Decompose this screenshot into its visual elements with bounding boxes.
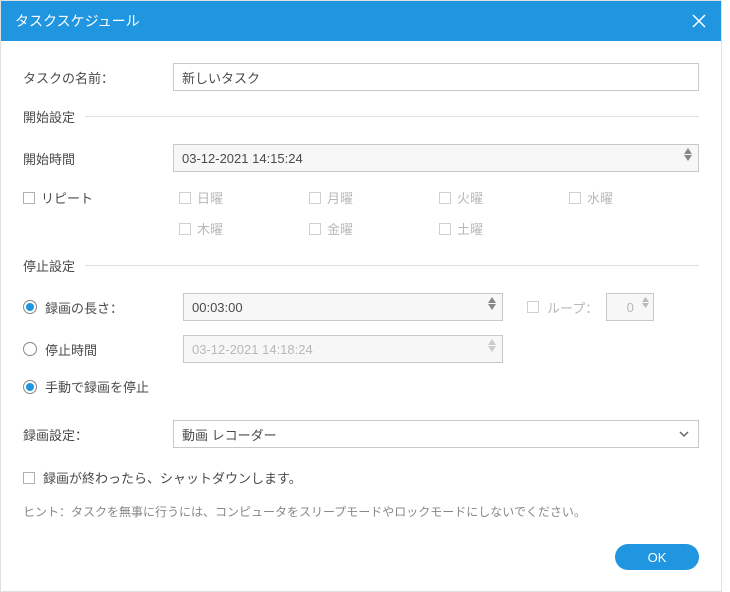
day-label: 火曜 <box>457 188 483 207</box>
record-setting-row: 録画設定： 動画 レコーダー <box>23 420 699 448</box>
day-label: 木曜 <box>197 219 223 238</box>
day-sun[interactable]: 日曜 <box>179 188 309 207</box>
record-setting-value: 動画 レコーダー <box>182 425 277 444</box>
loop-value: 0 <box>627 300 634 315</box>
divider <box>85 116 699 117</box>
spinner-icon <box>684 148 692 161</box>
dialog-title: タスクスケジュール <box>15 11 140 31</box>
radio-icon <box>23 380 37 394</box>
divider <box>85 265 699 266</box>
stop-time-radio-cell[interactable]: 停止時間 <box>23 340 183 359</box>
checkbox-icon <box>309 192 321 204</box>
manual-stop-label: 手動で録画を停止 <box>45 377 149 396</box>
chevron-down-icon <box>678 428 690 443</box>
checkbox-icon <box>569 192 581 204</box>
day-label: 土曜 <box>457 219 483 238</box>
radio-icon <box>23 342 37 356</box>
manual-stop-row: 手動で録画を停止 <box>23 377 699 396</box>
spinner-icon <box>488 339 496 352</box>
ok-button[interactable]: OK <box>615 544 699 570</box>
shutdown-row[interactable]: 録画が終わったら、シャットダウンします。 <box>23 468 699 487</box>
dialog-content: タスクの名前： 開始設定 開始時間 03-12-2021 14:15:24 リピ… <box>1 41 721 530</box>
spinner-icon <box>488 297 496 310</box>
day-label: 水曜 <box>587 188 613 207</box>
day-label: 月曜 <box>327 188 353 207</box>
record-setting-label: 録画設定： <box>23 425 173 444</box>
checkbox-icon <box>439 192 451 204</box>
checkbox-icon <box>439 223 451 235</box>
length-row: 録画の長さ： 00:03:00 ループ： 0 <box>23 293 699 321</box>
start-section-header: 開始設定 <box>23 107 699 126</box>
repeat-row: リピート 日曜 月曜 火曜 水曜 木曜 金曜 土曜 <box>23 188 699 238</box>
loop-input[interactable]: 0 <box>606 293 654 321</box>
manual-stop-radio-cell[interactable]: 手動で録画を停止 <box>23 377 149 396</box>
length-radio-cell[interactable]: 録画の長さ： <box>23 298 183 317</box>
day-mon[interactable]: 月曜 <box>309 188 439 207</box>
start-time-input[interactable]: 03-12-2021 14:15:24 <box>173 144 699 172</box>
record-setting-select[interactable]: 動画 レコーダー <box>173 420 699 448</box>
task-schedule-dialog: タスクスケジュール タスクの名前： 開始設定 開始時間 03-12-2021 1… <box>0 0 722 592</box>
checkbox-icon <box>179 192 191 204</box>
checkbox-icon <box>179 223 191 235</box>
stop-section-header: 停止設定 <box>23 256 699 275</box>
hint-text: ヒント：タスクを無事に行うには、コンピュータをスリープモードやロックモードにしな… <box>23 503 699 520</box>
radio-icon <box>23 300 37 314</box>
shutdown-label: 録画が終わったら、シャットダウンします。 <box>43 468 302 487</box>
start-section-title: 開始設定 <box>23 107 75 126</box>
spinner-icon <box>642 297 649 308</box>
day-tue[interactable]: 火曜 <box>439 188 569 207</box>
day-label: 金曜 <box>327 219 353 238</box>
stop-section-title: 停止設定 <box>23 256 75 275</box>
length-label: 録画の長さ： <box>45 298 123 317</box>
close-button[interactable] <box>691 13 707 29</box>
close-icon <box>691 13 707 29</box>
titlebar: タスクスケジュール <box>1 1 721 41</box>
day-label: 日曜 <box>197 188 223 207</box>
stop-time-input[interactable]: 03-12-2021 14:18:24 <box>183 335 503 363</box>
day-sat[interactable]: 土曜 <box>439 219 569 238</box>
loop-checkbox[interactable] <box>527 301 539 313</box>
stop-time-value: 03-12-2021 14:18:24 <box>192 342 313 357</box>
task-name-row: タスクの名前： <box>23 63 699 91</box>
loop-cell: ループ： 0 <box>527 293 654 321</box>
task-name-label: タスクの名前： <box>23 68 173 87</box>
day-wed[interactable]: 水曜 <box>569 188 699 207</box>
start-time-row: 開始時間 03-12-2021 14:15:24 <box>23 144 699 172</box>
start-time-value: 03-12-2021 14:15:24 <box>182 151 303 166</box>
day-fri[interactable]: 金曜 <box>309 219 439 238</box>
stop-time-row: 停止時間 03-12-2021 14:18:24 <box>23 335 699 363</box>
checkbox-icon <box>309 223 321 235</box>
start-time-label: 開始時間 <box>23 149 173 168</box>
checkbox-icon <box>23 192 35 204</box>
checkbox-icon <box>23 472 35 484</box>
loop-label: ループ： <box>547 298 598 317</box>
dialog-footer: OK <box>1 530 721 570</box>
repeat-checkbox-cell[interactable]: リピート <box>23 188 179 207</box>
repeat-label: リピート <box>41 188 93 207</box>
task-name-input[interactable] <box>173 63 699 91</box>
length-input[interactable]: 00:03:00 <box>183 293 503 321</box>
length-value: 00:03:00 <box>192 300 243 315</box>
day-thu[interactable]: 木曜 <box>179 219 309 238</box>
stop-time-label: 停止時間 <box>45 340 97 359</box>
